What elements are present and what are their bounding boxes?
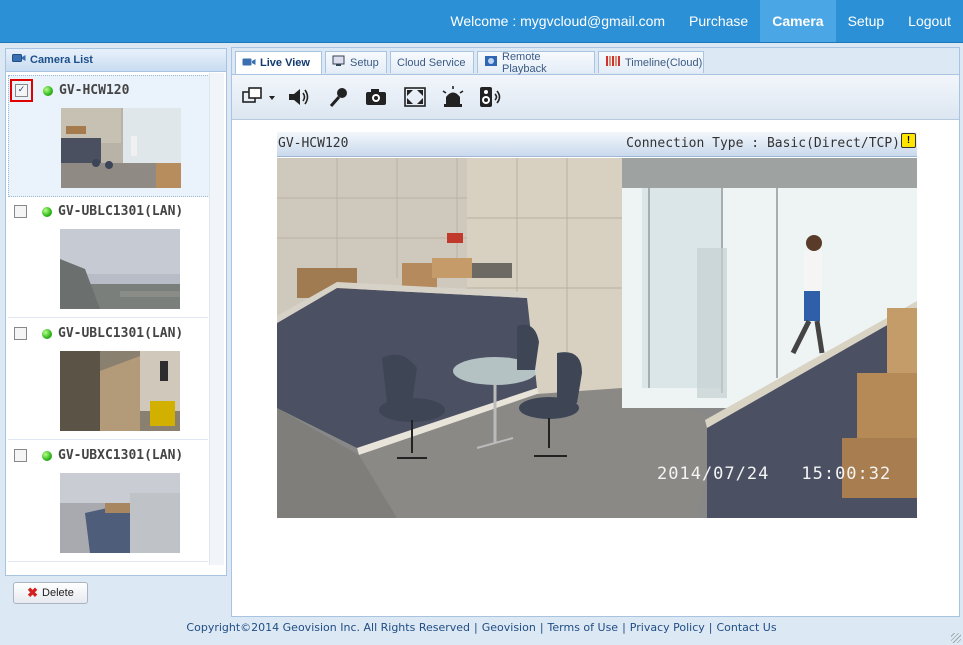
camera-thumbnail[interactable] (60, 473, 180, 553)
tab-cloud-service-label: Cloud Service (397, 56, 466, 69)
nav-camera[interactable]: Camera (760, 0, 836, 42)
footer: Copyright©2014 Geovision Inc. All Rights… (186, 621, 777, 634)
camera-name: GV-UBXC1301(LAN) (58, 448, 184, 463)
tab-remote-playback[interactable]: Remote Playback (477, 50, 595, 75)
camera-name: GV-UBLC1301(LAN) (58, 326, 184, 341)
camera-thumbnail[interactable] (60, 229, 180, 309)
camera-list-item[interactable]: ✓ GV-HCW120 (8, 75, 210, 197)
camera-checkbox[interactable] (14, 205, 27, 218)
tab-live-view[interactable]: Live View (235, 51, 322, 74)
video-date: 2014/07/24 (657, 464, 770, 484)
online-status-icon (42, 329, 52, 339)
online-status-icon (43, 86, 53, 96)
footer-copyright: Copyright©2014 Geovision Inc. All Rights… (186, 621, 471, 634)
live-video[interactable]: 2014/07/24 15:00:32 (277, 158, 917, 518)
resize-grip-icon[interactable] (951, 633, 961, 643)
video-toolbar (232, 75, 959, 120)
microphone-icon[interactable] (326, 84, 352, 110)
tab-setup-label: Setup (350, 56, 379, 69)
nav-purchase[interactable]: Purchase (677, 0, 760, 42)
top-nav: Welcome : mygvcloud@gmail.com Purchase C… (438, 0, 963, 42)
setup-icon (332, 55, 346, 70)
camera-list-title: Camera List (30, 54, 93, 66)
camera-list-item[interactable]: GV-UBXC1301(LAN) (8, 441, 208, 562)
connection-type: Connection Type : Basic(Direct/TCP) (626, 136, 900, 151)
warning-icon[interactable]: ! (901, 133, 916, 148)
footer-link-geovision[interactable]: Geovision (482, 621, 536, 634)
camera-list-header: Camera List (6, 49, 226, 72)
tab-live-view-label: Live View (260, 57, 310, 69)
delete-icon: ✖ (27, 585, 39, 600)
video-camera-name: GV-HCW120 (278, 136, 349, 151)
camera-checkbox[interactable]: ✓ (10, 79, 33, 102)
film-icon (484, 55, 498, 70)
camera-list-panel: Camera List ✓ GV-HCW120 GV-UBLC1301(LAN)… (5, 48, 227, 576)
camera-checkbox[interactable] (14, 327, 27, 340)
delete-label: Delete (42, 587, 74, 599)
camera-list-item[interactable]: GV-UBLC1301(LAN) (8, 197, 208, 318)
tab-cloud-service[interactable]: Cloud Service (390, 51, 474, 73)
snapshot-icon[interactable] (363, 84, 389, 110)
camera-name: GV-HCW120 (59, 83, 130, 98)
footer-link-contact[interactable]: Contact Us (716, 621, 776, 634)
tab-remote-playback-label: Remote Playback (502, 50, 547, 75)
delete-button[interactable]: ✖ Delete (13, 582, 88, 604)
tab-timeline[interactable]: Timeline(Cloud) (598, 51, 704, 73)
video-header: GV-HCW120 Connection Type : Basic(Direct… (277, 132, 917, 157)
camera-icon (242, 57, 256, 70)
footer-link-privacy[interactable]: Privacy Policy (630, 621, 705, 634)
camera-thumbnail[interactable] (60, 351, 180, 431)
live-video-frame: GV-HCW120 Connection Type : Basic(Direct… (277, 132, 917, 518)
layout-icon[interactable] (240, 84, 276, 110)
camera-list-item[interactable]: GV-UBLC1301(LAN) (8, 319, 208, 440)
camera-icon (12, 49, 26, 71)
tab-setup[interactable]: Setup (325, 51, 387, 73)
main-panel: Live View Setup Cloud Service Remote Pla… (231, 47, 960, 617)
top-navigation-bar: Welcome : mygvcloud@gmail.com Purchase C… (0, 0, 963, 43)
camera-list-scrollbar[interactable] (209, 73, 224, 565)
tab-timeline-label: Timeline(Cloud) (625, 56, 703, 69)
timeline-icon (605, 55, 621, 70)
speaker-icon[interactable] (286, 84, 312, 110)
camera-name: GV-UBLC1301(LAN) (58, 204, 184, 219)
camera-thumbnail[interactable] (61, 108, 181, 188)
audio-output-icon[interactable] (478, 84, 504, 110)
fullscreen-icon[interactable] (402, 84, 428, 110)
video-time: 15:00:32 (801, 464, 892, 484)
nav-setup[interactable]: Setup (836, 0, 897, 42)
tab-bar: Live View Setup Cloud Service Remote Pla… (232, 48, 959, 75)
video-timestamp: 2014/07/24 15:00:32 (657, 464, 891, 484)
camera-checkbox[interactable] (14, 449, 27, 462)
welcome-text: Welcome : mygvcloud@gmail.com (450, 13, 666, 29)
alarm-light-icon[interactable] (440, 84, 466, 110)
nav-logout[interactable]: Logout (896, 0, 963, 42)
footer-link-terms[interactable]: Terms of Use (548, 621, 619, 634)
online-status-icon (42, 207, 52, 217)
online-status-icon (42, 451, 52, 461)
